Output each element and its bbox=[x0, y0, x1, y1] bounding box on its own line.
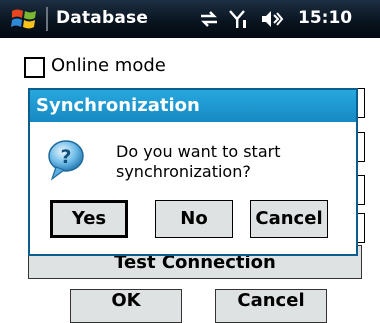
online-mode-checkbox[interactable] bbox=[24, 57, 45, 78]
dialog-title: Synchronization bbox=[30, 90, 356, 122]
windows-start-icon[interactable] bbox=[10, 6, 38, 32]
title-separator bbox=[46, 7, 48, 31]
dialog-message: Do you want to start synchronization? bbox=[116, 142, 281, 181]
signal-strength-icon[interactable] bbox=[228, 8, 250, 30]
synchronization-dialog: Synchronization ? Do you want to start s… bbox=[28, 88, 358, 256]
online-mode-label: Online mode bbox=[51, 55, 166, 76]
svg-text:?: ? bbox=[60, 146, 71, 168]
title-bar: Database 15:10 bbox=[0, 0, 380, 38]
yes-button[interactable]: Yes bbox=[50, 200, 128, 238]
ok-button[interactable]: OK bbox=[70, 289, 182, 323]
clock-time[interactable]: 15:10 bbox=[298, 8, 352, 28]
help-icon: ? bbox=[48, 140, 84, 181]
dialog-cancel-button[interactable]: Cancel bbox=[250, 200, 328, 238]
connectivity-icon[interactable] bbox=[198, 8, 220, 30]
form-cancel-button[interactable]: Cancel bbox=[215, 289, 327, 323]
volume-icon[interactable] bbox=[260, 8, 284, 30]
app-title: Database bbox=[56, 8, 149, 28]
no-button[interactable]: No bbox=[155, 200, 233, 238]
